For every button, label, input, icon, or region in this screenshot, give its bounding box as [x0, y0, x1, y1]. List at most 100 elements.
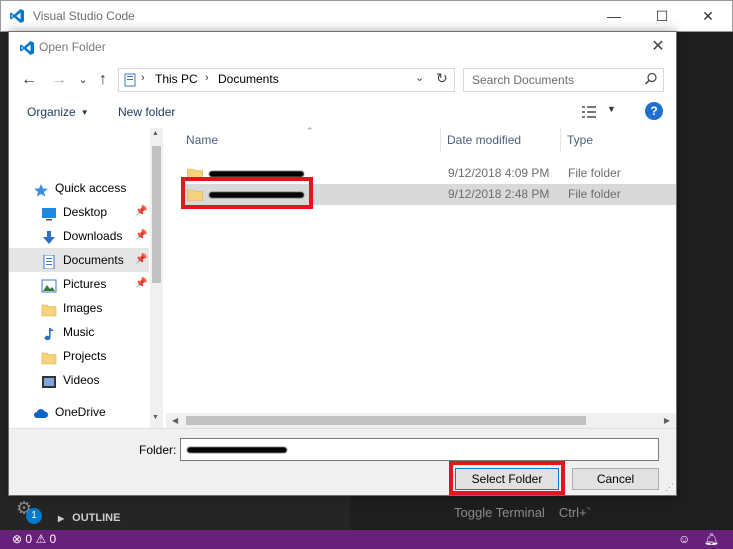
folder-label: Folder: — [139, 443, 177, 457]
refresh-icon[interactable]: ↻ — [436, 70, 448, 87]
file-type: File folder — [568, 166, 621, 180]
new-folder-button[interactable]: New folder — [118, 105, 175, 119]
breadcrumb-separator: › — [205, 72, 209, 84]
scroll-right-icon[interactable]: ▶ — [664, 413, 670, 428]
column-header-date-modified[interactable]: Date modified — [447, 128, 521, 152]
download-icon — [41, 229, 57, 244]
column-divider[interactable] — [560, 128, 561, 152]
up-button[interactable]: ↑ — [93, 70, 113, 90]
vscode-logo-icon — [10, 9, 24, 23]
minimize-button[interactable]: — — [591, 1, 637, 33]
pin-icon: 📌 — [135, 206, 148, 217]
breadcrumb-this-pc[interactable]: This PC — [155, 72, 198, 86]
help-icon[interactable]: ? — [645, 102, 663, 120]
recent-locations-dropdown[interactable]: ⌄ — [73, 70, 93, 90]
scroll-up-icon[interactable]: ▲ — [152, 130, 159, 137]
dialog-footer: Folder: Select Folder Cancel ⋰ — [9, 428, 676, 495]
nav-item-downloads[interactable]: Downloads 📌 — [9, 224, 149, 248]
close-window-button[interactable]: ✕ — [685, 1, 731, 33]
search-placeholder: Search Documents — [472, 73, 575, 87]
view-dropdown-icon[interactable]: ▼ — [607, 104, 616, 114]
nav-item-onedrive[interactable]: OneDrive — [9, 400, 149, 424]
nav-item-pictures[interactable]: Pictures 📌 — [9, 272, 149, 296]
nav-item-label: Videos — [63, 373, 100, 387]
dialog-close-button[interactable]: ✕ — [646, 36, 670, 58]
warning-icon: ⚠ — [35, 532, 47, 546]
view-options-icon[interactable] — [581, 105, 597, 119]
resize-grip-icon[interactable]: ⋰ — [665, 482, 674, 493]
redacted-folder-name — [187, 447, 287, 453]
problems-status[interactable]: ⊗ 0 ⚠ 0 — [12, 530, 56, 549]
back-button[interactable]: ← — [19, 70, 39, 90]
navigation-bar: ← → ⌄ ↑ › This PC › Documents ⌄ ↻ Search… — [9, 66, 676, 96]
chevron-right-icon: ▶ — [58, 514, 65, 523]
cloud-icon — [33, 405, 49, 419]
pictures-icon — [41, 277, 57, 293]
forward-button[interactable]: → — [49, 70, 69, 90]
dialog-title: Open Folder — [39, 40, 106, 54]
folder-icon — [41, 349, 57, 365]
hint-shortcut: Ctrl+` — [558, 505, 591, 520]
scroll-left-icon[interactable]: ◀ — [172, 413, 178, 428]
nav-item-desktop[interactable]: Desktop 📌 — [9, 200, 149, 224]
music-icon — [41, 325, 57, 341]
star-icon — [33, 181, 49, 197]
outline-section-header[interactable]: ▶ OUTLINE — [50, 506, 350, 530]
cancel-button[interactable]: Cancel — [572, 468, 659, 490]
nav-item-label: Desktop — [63, 205, 108, 219]
pin-icon: 📌 — [135, 254, 148, 265]
nav-item-label: OneDrive — [55, 405, 106, 419]
nav-item-projects[interactable]: Projects — [9, 344, 149, 368]
vscode-window-title: Visual Studio Code — [33, 9, 135, 23]
organize-button[interactable]: Organize ▼ — [27, 105, 89, 119]
horizontal-scroll-thumb[interactable] — [186, 416, 586, 425]
nav-item-videos[interactable]: Videos — [9, 368, 149, 392]
address-dropdown-icon[interactable]: ⌄ — [415, 71, 424, 84]
dialog-titlebar: Open Folder ✕ — [9, 32, 676, 62]
error-count: 0 — [25, 532, 33, 546]
nav-item-label: Images — [63, 301, 103, 315]
nav-pane-scroll-thumb[interactable] — [152, 146, 161, 283]
feedback-smiley-icon[interactable]: ☺ — [678, 532, 690, 546]
warning-count: 0 — [49, 532, 57, 546]
column-header-name[interactable]: Name — [186, 128, 218, 152]
file-date-modified: 9/12/2018 2:48 PM — [448, 187, 550, 201]
maximize-button[interactable]: ☐ — [639, 1, 685, 33]
nav-pane-scrollbar[interactable]: ▲ ▼ — [150, 128, 163, 428]
file-type: File folder — [568, 187, 621, 201]
folder-name-input[interactable] — [180, 438, 659, 461]
scroll-down-icon[interactable]: ▼ — [152, 414, 159, 421]
pin-icon: 📌 — [135, 278, 148, 289]
navigation-pane: OneDrive - MicrosOneDriveVideosProjectsM… — [9, 128, 164, 451]
horizontal-scrollbar[interactable]: ◀ ▶ — [166, 413, 676, 428]
column-divider[interactable] — [440, 128, 441, 152]
nav-item-label: Quick access — [55, 181, 127, 195]
breadcrumb-documents[interactable]: Documents — [218, 72, 279, 86]
nav-item-label: Downloads — [63, 229, 123, 243]
redacted-file-name — [209, 170, 304, 177]
document-icon — [41, 253, 57, 270]
search-box[interactable]: Search Documents — [463, 68, 664, 92]
nav-item-label: Projects — [63, 349, 107, 363]
nav-item-music[interactable]: Music — [9, 320, 149, 344]
folder-icon — [41, 301, 57, 317]
vscode-titlebar: Visual Studio Code — ☐ ✕ — [0, 0, 733, 32]
file-list: ⌃ Name Date modified Type 9/12/2018 4:09… — [166, 126, 676, 428]
breadcrumb-separator: › — [141, 72, 145, 84]
vscode-logo-icon — [20, 41, 34, 55]
nav-item-quick-access[interactable]: Quick access — [9, 176, 149, 200]
highlight-select-folder-button — [449, 461, 565, 495]
status-right: ☺ 🔔︎ — [678, 530, 719, 549]
file-date-modified: 9/12/2018 4:09 PM — [448, 166, 550, 180]
sort-ascending-icon: ⌃ — [306, 126, 314, 136]
nav-item-label: Documents — [63, 253, 124, 267]
videos-icon — [41, 373, 57, 388]
nav-item-images[interactable]: Images — [9, 296, 149, 320]
column-header-type[interactable]: Type — [567, 128, 593, 152]
caret-down-icon: ▼ — [80, 108, 89, 117]
nav-item-label: Music — [63, 325, 95, 339]
address-bar[interactable]: › This PC › Documents ⌄ ↻ — [118, 68, 455, 92]
notifications-bell-icon[interactable]: 🔔︎ — [704, 532, 719, 546]
command-bar: Organize ▼ New folder ▼ ? — [9, 96, 676, 128]
nav-item-documents[interactable]: Documents 📌 — [9, 248, 149, 272]
